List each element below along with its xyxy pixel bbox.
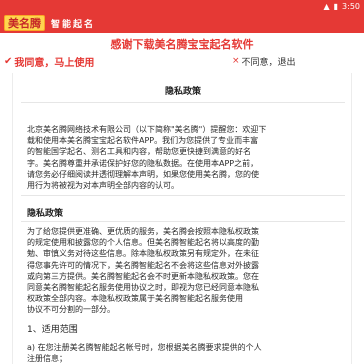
status-bar: ▲ ▮ 3:50 [0,0,364,13]
text-line: 协议不可分割的一部分。 [27,305,115,315]
text-line: 请您务必仔细阅读并透彻理解本声明，如果您使用美名腾，您的使 [27,169,259,179]
app-subtitle: 智能起名 [51,19,96,30]
text-line: 勉、审慎义务对待这些信息。除本隐私权政策另有规定外，在未征 [27,249,259,259]
text-line: a) 在您注册美名腾智能起名帐号时，您根据美名腾要求提供的个人 [27,343,262,352]
scope-paragraph: a) 在您注册美名腾智能起名帐号时，您根据美名腾要求提供的个人 注册信息； [27,342,345,364]
app-bar: 美名腾 智能起名 [0,13,364,33]
disagree-button[interactable]: × 不同意，退出 [232,52,296,70]
action-row: ✔ 我同意，马上使用 × 不同意，退出 [0,52,364,70]
check-icon: ✔ [4,55,13,67]
text-line: 注册信息； [27,354,67,364]
signal-icon: ▲ [323,1,330,11]
text-line: 字。美名腾尊重并承诺保护好您的隐私数据。在使用本APP之前， [27,158,259,168]
app-logo: 美名腾 [4,15,45,31]
text-line: 得您事先许可的情况下，美名腾智能起名不会将这些信息对外披露 [27,260,259,270]
agree-button-label: 我同意，马上使用 [14,57,95,69]
text-line: 为了给您提供更准确、更优质的服务，美名腾会按照本隐私权政策 [27,227,259,236]
battery-icon: ▮ [333,1,339,11]
text-line: 载和使用本美名腾宝宝起名软件APP。我们为您提供了专业而丰富 [27,136,259,146]
text-line: 用行为将被视为对本声明全部内容的认可。 [27,181,179,191]
status-time: 3:50 [342,2,360,11]
agree-button[interactable]: ✔ 我同意，马上使用 [4,52,94,70]
text-line: 或向第三方提供。美名腾智能起名会不时更新本隐私权政策。您在 [27,271,259,281]
text-line: 北京美名腾网络技术有限公司（以下简称"美名腾"）提醒您：欢迎下 [27,125,267,134]
divider [21,221,345,222]
close-icon: × [232,56,240,66]
intro-paragraph: 北京美名腾网络技术有限公司（以下简称"美名腾"）提醒您：欢迎下 载和使用本美名腾… [27,124,345,191]
policy-paragraph: 为了给您提供更准确、更优质的服务，美名腾会按照本隐私权政策 的规定使用和披露您的… [27,226,345,316]
divider [21,102,345,103]
disagree-button-label: 不同意，退出 [241,57,296,68]
page-title: 感谢下载美名腾宝宝起名软件 [110,38,254,51]
policy-title: 隐私政策 [164,87,201,97]
scope-title: 1、适用范围 [27,325,78,335]
text-line: 的智能国学起名、测名工具和内容，帮助您更快捷到满意的好名 [27,147,251,157]
text-line: 的规定使用和披露您的个人信息。但美名腾智能起名将以高度的勤 [27,238,259,248]
policy-panel[interactable]: 隐私政策 北京美名腾网络技术有限公司（以下简称"美名腾"）提醒您：欢迎下 载和使… [12,73,352,364]
text-line: 同意美名腾智能起名服务使用协议之时，即视为您已经同意本隐私 [27,283,259,293]
divider [21,195,345,196]
text-line: 权政策全部内容。本隐私权政策属于美名腾智能起名服务使用 [27,294,243,304]
section-title: 隐私政策 [27,209,64,219]
